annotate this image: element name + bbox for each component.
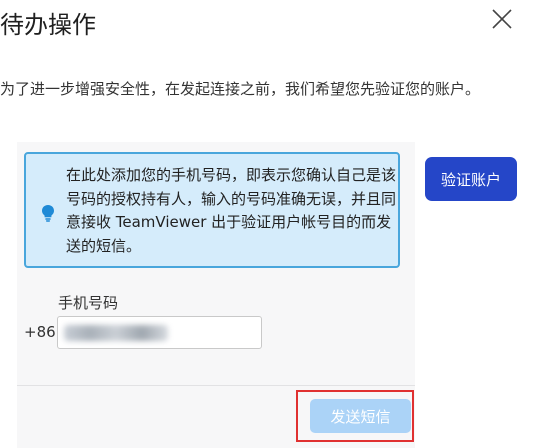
dialog-title: 待办操作 — [0, 11, 96, 39]
info-box: 在此处添加您的手机号码，即表示您确认自己是该号码的授权持有人，输入的号码准确无误… — [24, 152, 400, 268]
country-code: +86 — [24, 323, 56, 341]
close-icon — [492, 9, 512, 29]
phone-input[interactable] — [57, 316, 262, 349]
verify-account-button[interactable]: 验证账户 — [425, 157, 517, 201]
phone-label: 手机号码 — [58, 294, 119, 312]
lightbulb-icon — [42, 205, 54, 222]
send-sms-button[interactable]: 发送短信 — [310, 399, 411, 433]
close-button[interactable] — [491, 8, 513, 30]
dialog-description: 为了进一步增强安全性，在发起连接之前，我们希望您先验证您的账户。 — [0, 80, 481, 98]
info-text: 在此处添加您的手机号码，即表示您确认自己是该号码的授权持有人，输入的号码准确无误… — [66, 166, 397, 255]
divider — [17, 385, 415, 386]
redacted-phone-number — [64, 325, 168, 341]
